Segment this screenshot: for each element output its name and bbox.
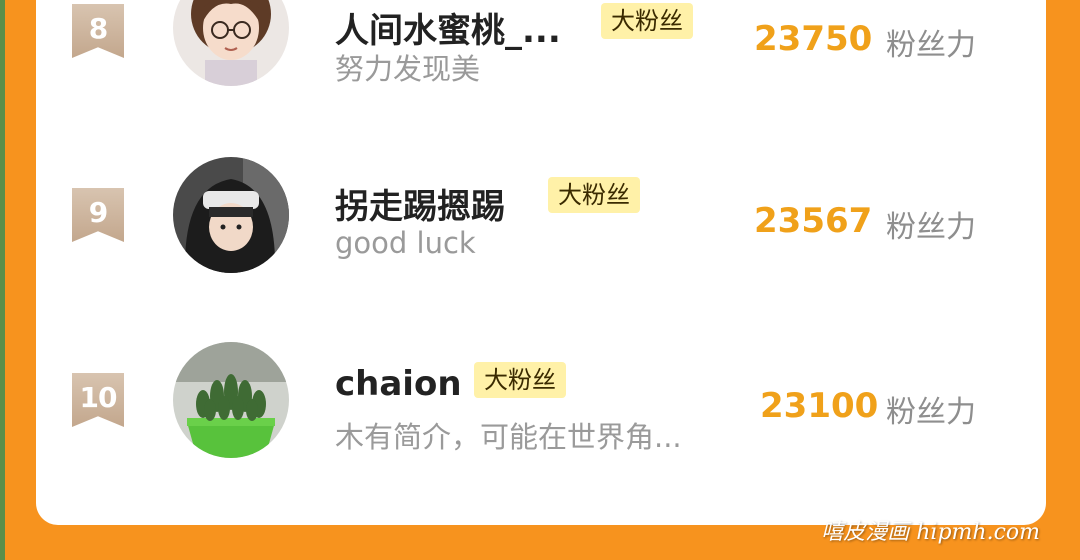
user-name: chaion <box>335 364 462 404</box>
fan-level-badge: 大粉丝 <box>548 177 640 213</box>
user-name: 人间水蜜桃_... <box>335 11 561 51</box>
user-bio: 努力发现美 <box>335 52 481 86</box>
fan-level-badge: 大粉丝 <box>601 3 693 39</box>
leaderboard-row[interactable]: 9 拐走踢摁踢 大粉丝 good luck 23567 粉丝力 <box>36 145 1046 275</box>
leaderboard-row[interactable]: 8 人间水蜜桃_... 大粉丝 努力发现美 23750 粉丝力 <box>36 0 1046 100</box>
fan-level-badge: 大粉丝 <box>474 362 566 398</box>
fan-score-unit: 粉丝力 <box>886 210 976 245</box>
leaderboard-card: 8 人间水蜜桃_... 大粉丝 努力发现美 23750 粉丝力 9 拐走踢摁踢 … <box>36 0 1046 525</box>
hooded-person-avatar-icon <box>173 157 289 273</box>
anime-girl-avatar-icon <box>173 0 289 86</box>
fan-score: 23100 <box>760 386 879 426</box>
avatar[interactable] <box>173 0 289 86</box>
succulent-plant-avatar-icon <box>173 342 289 458</box>
user-name: 拐走踢摁踢 <box>335 187 505 227</box>
user-bio: good luck <box>335 226 476 260</box>
user-bio: 木有简介，可能在世界角... <box>335 420 682 454</box>
edge-strip <box>0 0 5 560</box>
avatar[interactable] <box>173 342 289 458</box>
fan-score-unit: 粉丝力 <box>886 28 976 63</box>
avatar[interactable] <box>173 157 289 273</box>
site-watermark: 嘻皮漫画 hipmh.com <box>821 520 1040 545</box>
leaderboard-row[interactable]: 10 chaion 大粉丝 木有简介，可能在世界角... 23100 粉丝力 <box>36 330 1046 460</box>
fan-score-unit: 粉丝力 <box>886 395 976 430</box>
rank-badge: 9 <box>72 188 124 242</box>
fan-score: 23750 <box>754 19 873 59</box>
rank-badge: 8 <box>72 4 124 58</box>
fan-score: 23567 <box>754 201 873 241</box>
rank-badge: 10 <box>72 373 124 427</box>
